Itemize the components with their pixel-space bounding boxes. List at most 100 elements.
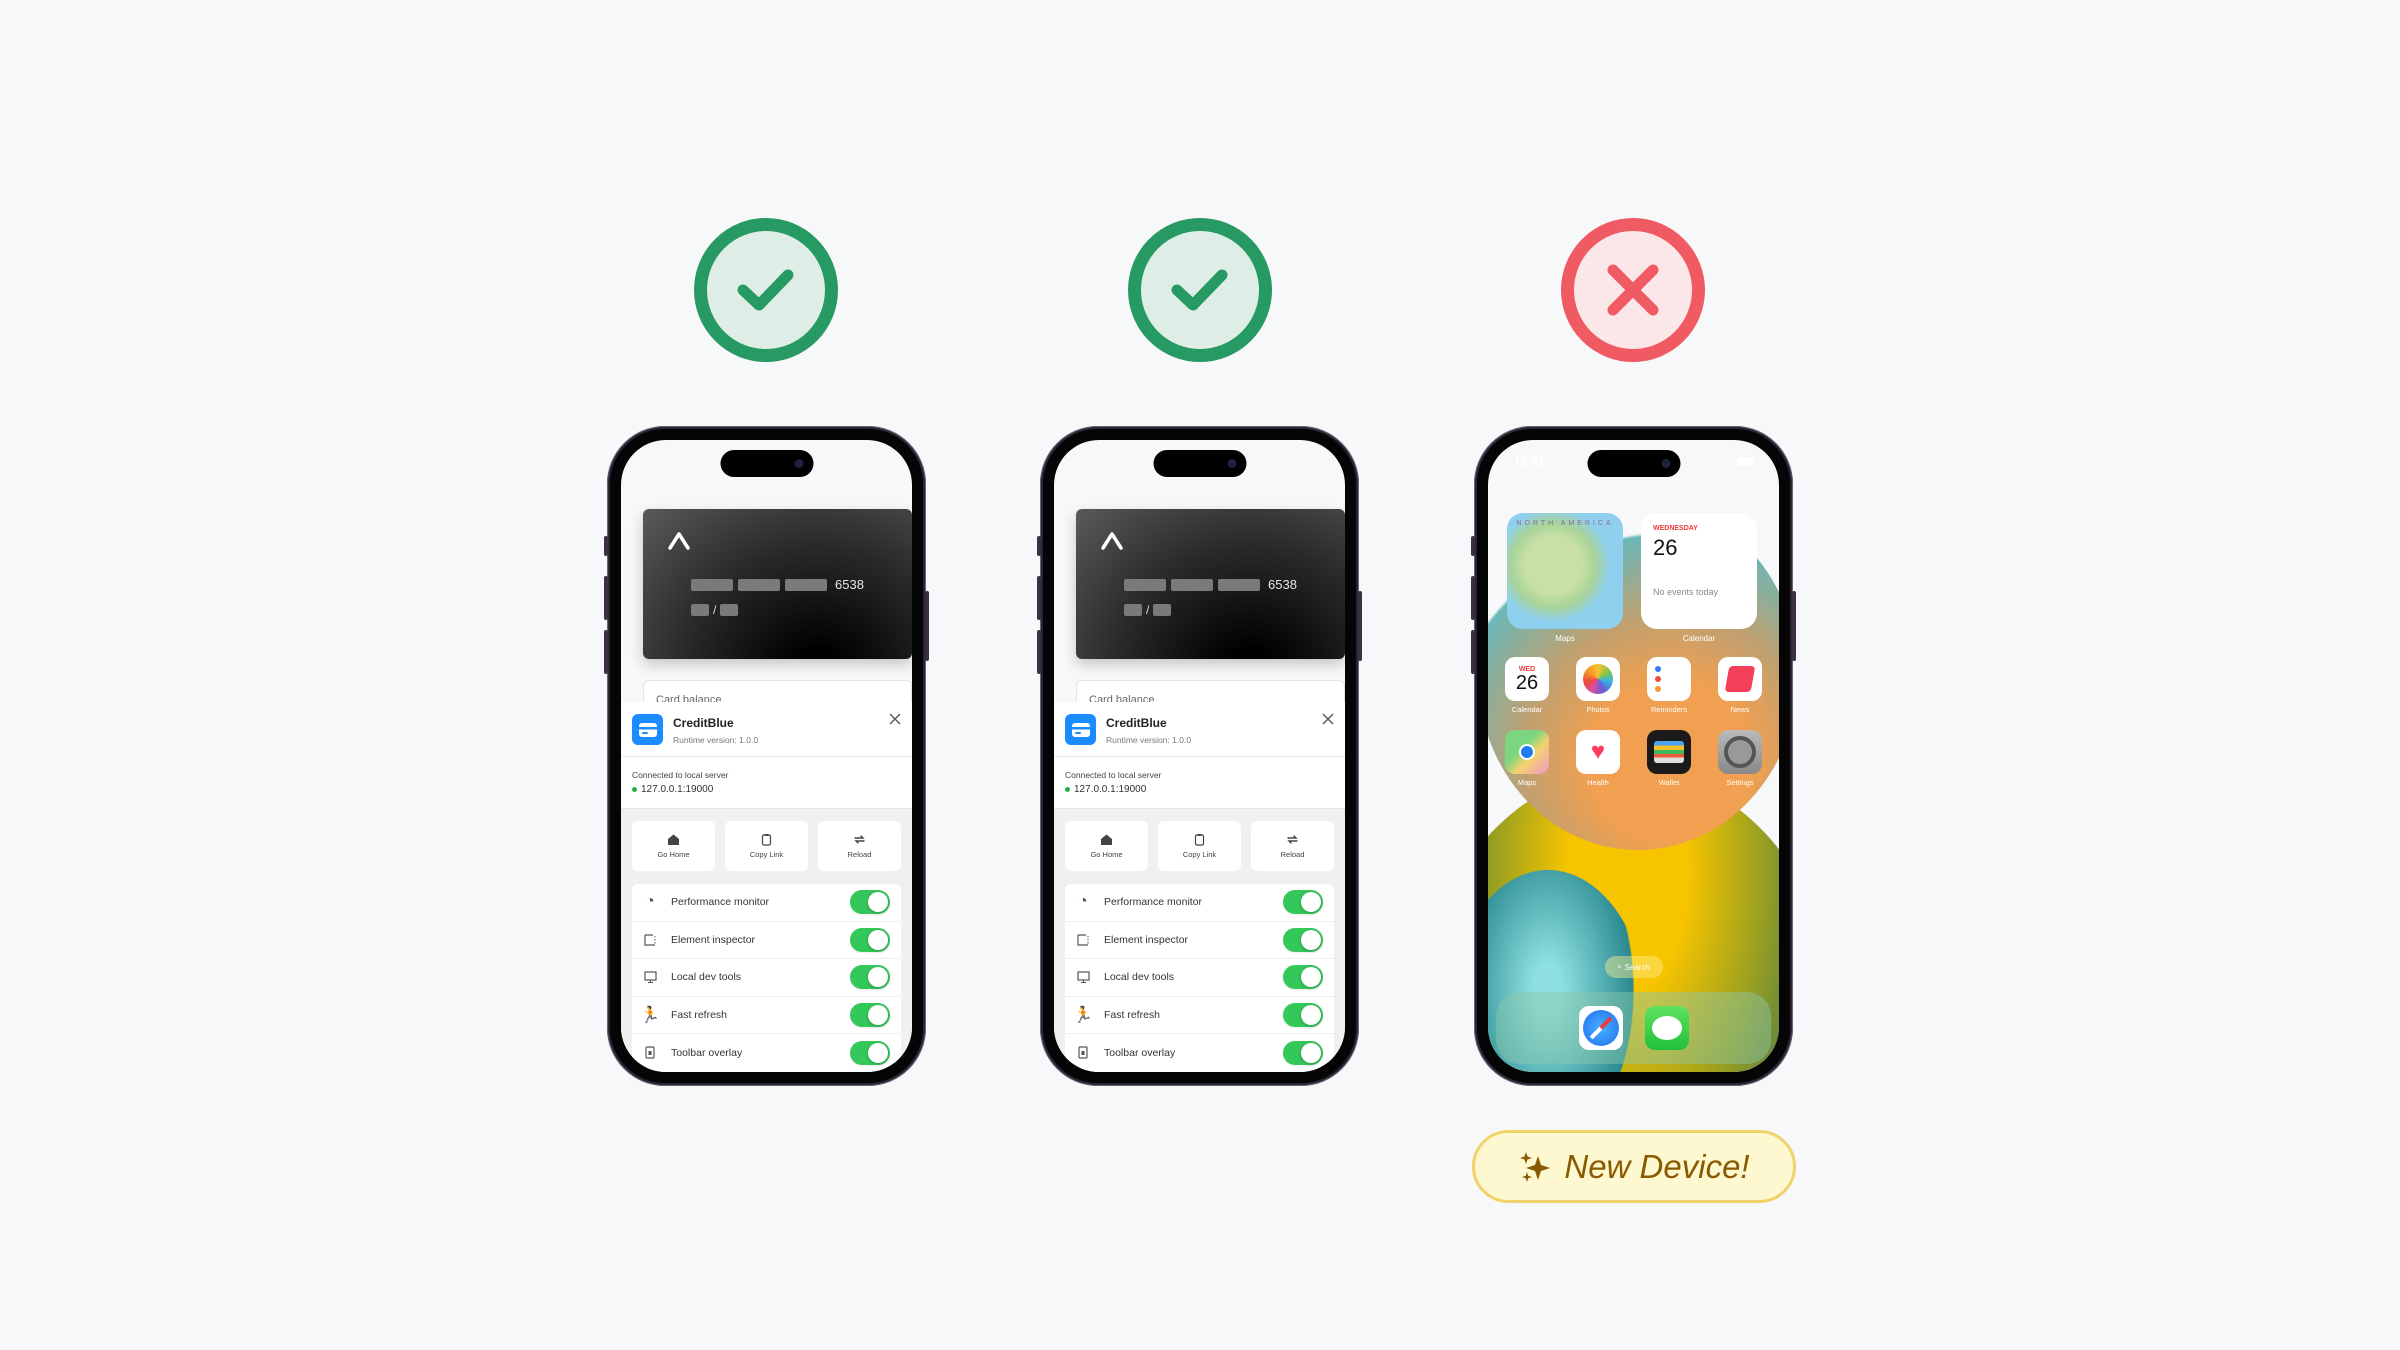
app-name: CreditBlue bbox=[673, 716, 734, 730]
element-inspector-switch[interactable] bbox=[850, 927, 890, 952]
runtime-version: Runtime version: 1.0.0 bbox=[1106, 735, 1192, 745]
map-region-label: NORTH AMERICA bbox=[1516, 520, 1614, 527]
dev-menu-sheet: CreditBlue Runtime version: 1.0.0 Connec… bbox=[1054, 702, 1345, 1072]
reload-button[interactable]: Reload bbox=[818, 821, 901, 871]
maps-widget[interactable]: NORTH AMERICA bbox=[1507, 513, 1623, 629]
local-dev-tools-switch[interactable] bbox=[850, 965, 890, 990]
sparkles-icon bbox=[1520, 1151, 1551, 1182]
inspector-icon bbox=[1076, 933, 1090, 947]
footer-hint: You may also summon this menu bbox=[1104, 1070, 1229, 1072]
app-news[interactable]: News bbox=[1718, 657, 1762, 714]
server-address: 127.0.0.1:19000 bbox=[1074, 784, 1147, 795]
clipboard-icon bbox=[761, 834, 772, 846]
settings-gear-icon bbox=[1718, 730, 1762, 774]
app-health[interactable]: ♥ Health bbox=[1576, 730, 1620, 787]
app-reminders[interactable]: Reminders bbox=[1647, 657, 1691, 714]
close-icon[interactable] bbox=[1321, 712, 1335, 726]
card-expiry: / bbox=[691, 603, 739, 617]
toggle-row-element-inspector: Element inspector bbox=[632, 922, 901, 959]
toggle-row-toolbar-overlay: Toolbar overlayYou may also summon this … bbox=[1065, 1034, 1334, 1072]
toggle-row-fast-refresh: 🏃 Fast refresh bbox=[1065, 997, 1334, 1034]
app-settings[interactable]: Settings bbox=[1718, 730, 1762, 787]
toggle-row-local-dev-tools: Local dev tools bbox=[632, 959, 901, 997]
status-dot bbox=[632, 787, 637, 792]
monitor-icon bbox=[1076, 970, 1090, 984]
performance-monitor-switch[interactable] bbox=[1283, 890, 1323, 915]
app-icon bbox=[632, 714, 663, 745]
performance-monitor-switch[interactable] bbox=[850, 890, 890, 915]
search-icon: ⌕ bbox=[1617, 962, 1622, 971]
reminders-icon bbox=[1647, 657, 1691, 701]
badge-label: New Device! bbox=[1564, 1147, 1750, 1185]
safari-icon[interactable] bbox=[1578, 1006, 1623, 1050]
card-number: 6538 bbox=[691, 577, 864, 592]
element-inspector-switch[interactable] bbox=[1283, 927, 1323, 952]
calendar-widget[interactable]: WEDNESDAY 26 No events today bbox=[1641, 513, 1757, 629]
phone-app-screen-2: 6538 / Card balance CreditBlue Runtime v… bbox=[1037, 426, 1362, 1086]
dock bbox=[1496, 992, 1771, 1064]
connection-label: Connected to local server bbox=[1065, 770, 1162, 780]
calendar-icon: WED 26 bbox=[1505, 657, 1549, 701]
wifi-icon: ⌔ bbox=[1720, 453, 1732, 468]
toolbar-overlay-switch[interactable] bbox=[1283, 1040, 1323, 1065]
signal-icon: ···· bbox=[1706, 457, 1716, 465]
phone-app-screen-1: 6538 / Card balance CreditBlue Runtime v… bbox=[604, 426, 929, 1086]
reload-icon bbox=[1287, 835, 1298, 844]
fast-refresh-switch[interactable] bbox=[850, 1002, 890, 1027]
toggle-row-fast-refresh: 🏃 Fast refresh bbox=[632, 997, 901, 1034]
messages-icon[interactable] bbox=[1644, 1006, 1689, 1050]
news-icon bbox=[1718, 657, 1762, 701]
card-logo-icon bbox=[1101, 532, 1123, 550]
gauge-icon: ◔ bbox=[645, 893, 655, 911]
calendar-widget-label: Calendar bbox=[1682, 634, 1716, 643]
credit-card[interactable]: 6538 / bbox=[1076, 509, 1345, 659]
credit-card[interactable]: 6538 / bbox=[643, 509, 912, 659]
health-icon: ♥ bbox=[1576, 730, 1620, 774]
app-photos[interactable]: Photos bbox=[1576, 657, 1620, 714]
app-maps[interactable]: Maps bbox=[1505, 730, 1549, 787]
clipboard-icon bbox=[1194, 834, 1205, 846]
unsupported-x-icon bbox=[1561, 218, 1705, 362]
fast-refresh-switch[interactable] bbox=[1283, 1002, 1323, 1027]
reload-button[interactable]: Reload bbox=[1251, 821, 1334, 871]
toggle-row-element-inspector: Element inspector bbox=[1065, 922, 1334, 959]
toggle-row-performance-monitor: ◔ Performance monitor bbox=[1065, 884, 1334, 922]
toolbar-icon bbox=[643, 1046, 657, 1060]
copy-link-button[interactable]: Copy Link bbox=[725, 821, 808, 871]
wallet-icon bbox=[1647, 730, 1691, 774]
home-icon bbox=[1101, 834, 1112, 845]
search-button[interactable]: ⌕ Search bbox=[1604, 956, 1663, 978]
toggle-row-local-dev-tools: Local dev tools bbox=[1065, 959, 1334, 997]
photos-icon bbox=[1576, 657, 1620, 701]
toolbar-overlay-switch[interactable] bbox=[850, 1040, 890, 1065]
card-number: 6538 bbox=[1124, 577, 1297, 592]
go-home-button[interactable]: Go Home bbox=[1065, 821, 1148, 871]
runtime-version: Runtime version: 1.0.0 bbox=[673, 735, 759, 745]
toolbar-icon bbox=[1076, 1046, 1090, 1060]
card-logo-icon bbox=[668, 532, 690, 550]
status-time: 12:51 bbox=[1514, 454, 1545, 468]
server-address: 127.0.0.1:19000 bbox=[641, 784, 714, 795]
supported-check-icon bbox=[694, 218, 838, 362]
inspector-icon bbox=[643, 933, 657, 947]
dev-menu-sheet: CreditBlue Runtime version: 1.0.0 Connec… bbox=[621, 702, 912, 1072]
monitor-icon bbox=[643, 970, 657, 984]
app-calendar[interactable]: WED 26 Calendar bbox=[1505, 657, 1549, 714]
copy-link-button[interactable]: Copy Link bbox=[1158, 821, 1241, 871]
runner-icon: 🏃 bbox=[1073, 1006, 1093, 1024]
battery-icon bbox=[1737, 456, 1755, 466]
status-dot bbox=[1065, 787, 1070, 792]
home-icon bbox=[668, 834, 679, 845]
phone-home-screen: 12:51 ···· ⌔ NORTH AMERICA Maps WEDNESDAY… bbox=[1471, 426, 1796, 1086]
toggle-row-toolbar-overlay: Toolbar overlayYou may also summon this … bbox=[632, 1034, 901, 1072]
app-wallet[interactable]: Wallet bbox=[1647, 730, 1691, 787]
local-dev-tools-switch[interactable] bbox=[1283, 965, 1323, 990]
close-icon[interactable] bbox=[888, 712, 902, 726]
footer-hint: You may also summon this menu bbox=[671, 1070, 796, 1072]
supported-check-icon bbox=[1128, 218, 1272, 362]
runner-icon: 🏃 bbox=[640, 1006, 660, 1024]
go-home-button[interactable]: Go Home bbox=[632, 821, 715, 871]
dynamic-island bbox=[720, 450, 813, 477]
toggle-row-performance-monitor: ◔ Performance monitor bbox=[632, 884, 901, 922]
maps-icon bbox=[1505, 730, 1549, 774]
